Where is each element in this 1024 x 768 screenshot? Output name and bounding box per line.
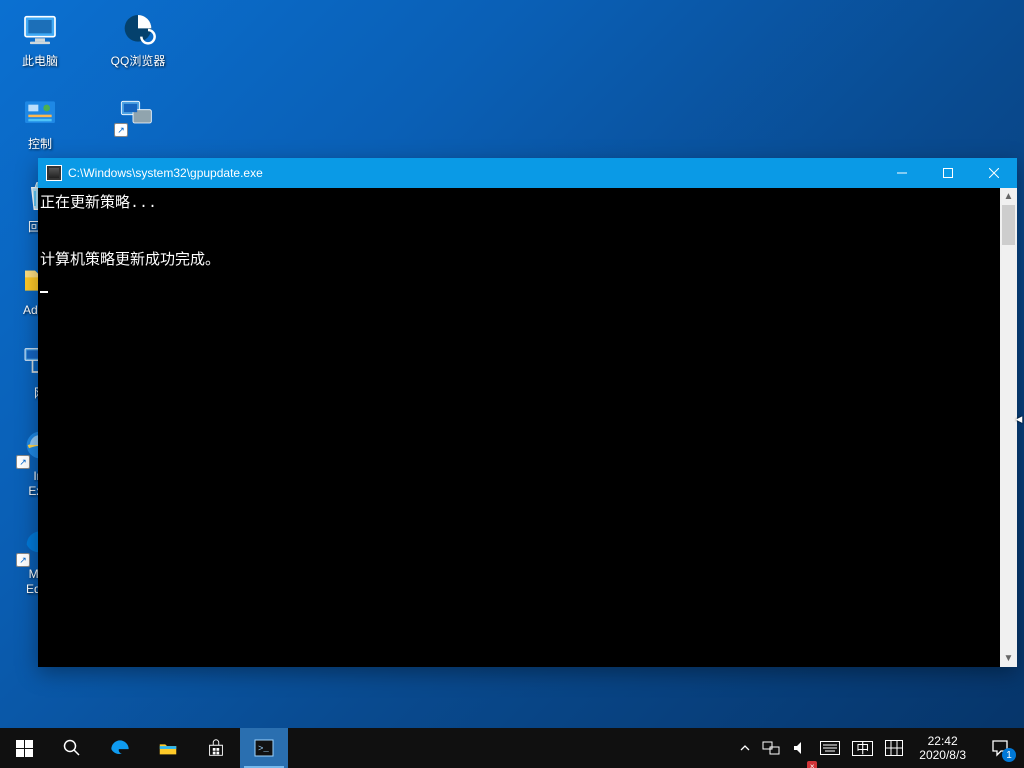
taskbar-store-button[interactable] xyxy=(192,728,240,768)
close-icon xyxy=(989,168,999,178)
maximize-icon xyxy=(943,168,953,178)
close-button[interactable] xyxy=(971,158,1017,188)
minimize-button[interactable] xyxy=(879,158,925,188)
tray-ime-mode-button[interactable] xyxy=(879,728,909,768)
window-controls xyxy=(879,158,1017,188)
console-icon: >_ xyxy=(254,738,274,758)
action-center-button[interactable]: 1 xyxy=(976,728,1024,768)
search-button[interactable] xyxy=(48,728,96,768)
taskbar-clock[interactable]: 22:42 2020/8/3 xyxy=(909,728,976,768)
chevron-up-icon xyxy=(740,743,750,753)
icon-label: 此电脑 xyxy=(22,54,58,69)
ime-mode-icon xyxy=(885,740,903,756)
search-icon xyxy=(63,739,81,757)
browser-icon xyxy=(118,10,158,50)
text-cursor-icon xyxy=(40,291,48,293)
control-panel-icon[interactable]: 控制 xyxy=(4,91,76,152)
devices-shortcut-icon[interactable]: ↗ xyxy=(102,91,174,152)
tray-overflow-button[interactable] xyxy=(734,728,756,768)
taskbar[interactable]: >_ × xyxy=(0,728,1024,768)
tray-volume-button[interactable]: × xyxy=(786,728,814,768)
edge-swipe-handle[interactable]: ◂ xyxy=(1014,412,1024,426)
scroll-up-button[interactable]: ▲ xyxy=(1000,188,1017,205)
taskbar-edge-button[interactable] xyxy=(96,728,144,768)
volume-icon xyxy=(792,740,808,756)
network-tray-icon xyxy=(762,740,780,756)
system-tray: × 中 22:42 2020/8/3 xyxy=(734,728,1024,768)
this-pc-icon[interactable]: 此电脑 xyxy=(4,8,76,69)
taskbar-explorer-button[interactable] xyxy=(144,728,192,768)
shortcut-arrow-icon: ↗ xyxy=(16,553,30,567)
titlebar[interactable]: C:\Windows\system32\gpupdate.exe xyxy=(38,158,1017,188)
computer-icon xyxy=(20,10,60,50)
scroll-thumb[interactable] xyxy=(1002,205,1015,245)
taskbar-spacer xyxy=(288,728,734,768)
tray-network-button[interactable] xyxy=(756,728,786,768)
mute-badge-icon: × xyxy=(807,761,817,768)
store-icon xyxy=(205,737,227,759)
window-title: C:\Windows\system32\gpupdate.exe xyxy=(68,166,879,180)
shortcut-arrow-icon: ↗ xyxy=(114,123,128,137)
taskbar-console-button[interactable]: >_ xyxy=(240,728,288,768)
vertical-scrollbar[interactable]: ▲ ▼ xyxy=(1000,188,1017,667)
icon-label: QQ浏览器 xyxy=(111,54,166,69)
clock-time: 22:42 xyxy=(928,734,958,748)
ime-indicator: 中 xyxy=(852,741,873,756)
clock-date: 2020/8/3 xyxy=(919,748,966,762)
scroll-track[interactable] xyxy=(1000,205,1017,650)
svg-text:>_: >_ xyxy=(258,744,269,754)
desktop[interactable]: 此电脑 QQ浏览器 xyxy=(0,0,1024,768)
console-output[interactable]: 正在更新策略... 计算机策略更新成功完成。 xyxy=(38,188,1000,667)
scroll-down-button[interactable]: ▼ xyxy=(1000,650,1017,667)
keyboard-icon xyxy=(820,741,840,755)
tray-ime-button[interactable]: 中 xyxy=(846,728,879,768)
folder-icon xyxy=(157,737,179,759)
windows-logo-icon xyxy=(16,740,33,757)
start-button[interactable] xyxy=(0,728,48,768)
qq-browser-icon[interactable]: QQ浏览器 xyxy=(102,8,174,69)
shortcut-arrow-icon: ↗ xyxy=(16,455,30,469)
console-body: 正在更新策略... 计算机策略更新成功完成。 ▲ ▼ xyxy=(38,188,1017,667)
edge-icon xyxy=(107,735,133,761)
console-app-icon xyxy=(46,165,62,181)
maximize-button[interactable] xyxy=(925,158,971,188)
notification-badge: 1 xyxy=(1002,748,1016,762)
tray-keyboard-button[interactable] xyxy=(814,728,846,768)
control-panel-glyph-icon xyxy=(20,93,60,133)
console-window[interactable]: C:\Windows\system32\gpupdate.exe 正在更新策略.… xyxy=(38,158,1017,667)
icon-label: 控制 xyxy=(28,137,52,152)
minimize-icon xyxy=(897,168,907,178)
